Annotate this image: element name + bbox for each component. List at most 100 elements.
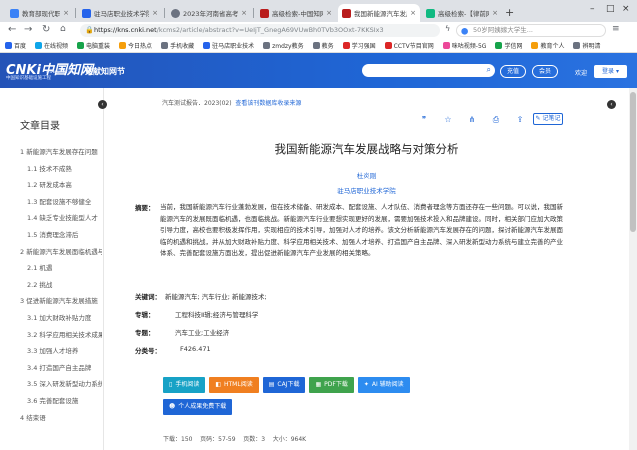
search-icon[interactable]: ⌕: [487, 65, 491, 75]
home-icon[interactable]: ⌂: [60, 24, 66, 34]
toc-item[interactable]: 2.2 挑战: [20, 279, 102, 296]
browser-tab[interactable]: 驻马店职业技术学院 ×: [78, 4, 162, 22]
bookmark-favicon-icon: [342, 42, 350, 49]
class-label: 分类号：: [135, 347, 161, 355]
header-search-input[interactable]: ⌕: [362, 64, 495, 77]
maximize-icon[interactable]: □: [606, 4, 615, 14]
toc-item[interactable]: 2 新能源汽车发展面临机遇与挑战: [20, 246, 102, 263]
topic-label: 专辑：: [135, 311, 155, 319]
toc-item[interactable]: 1.5 消费理念滞后: [20, 229, 102, 246]
bookmark-item[interactable]: 今日热点: [119, 41, 152, 50]
toc-item[interactable]: 3.4 打造国产自主品牌: [20, 362, 102, 379]
browser-tab-active[interactable]: 我国新能源汽车发展 ×: [338, 4, 420, 22]
toc-item[interactable]: 4 结束语: [20, 412, 102, 429]
bookmark-item[interactable]: 电脑重装: [77, 41, 110, 50]
article-stats: 下载：150 页码：57-59 页数：3 大小：964K: [163, 436, 307, 443]
cnki-header: CNKi中国知网 www.cnki.net 中国知识基础设施工程 文献知网节 ⌕…: [0, 53, 637, 88]
author-link[interactable]: 杜炎刚: [104, 170, 629, 180]
close-icon[interactable]: ×: [492, 9, 498, 17]
bookmark-favicon-icon: [573, 42, 581, 49]
bookmark-favicon-icon: [119, 42, 127, 49]
search-engine-input[interactable]: ⬤ 50岁阿姨嫁大学生...: [456, 24, 606, 37]
personal-download-button[interactable]: ☻ 个人成果免费下载: [163, 399, 233, 415]
back-icon[interactable]: ←: [8, 24, 16, 35]
toc-item[interactable]: 3.2 科学应用相关技术成果: [20, 329, 102, 346]
bolt-icon[interactable]: ϟ: [445, 24, 450, 33]
toc-item[interactable]: 1.2 研发成本高: [20, 179, 102, 196]
bookmark-item[interactable]: 教务: [312, 41, 334, 50]
bookmark-item[interactable]: zmdzy教务: [263, 41, 304, 50]
url-input[interactable]: 🔒 https://kns.cnki.net/kcms2/article/abs…: [80, 24, 440, 37]
ai-read-button[interactable]: ✦ AI 辅助阅读: [357, 377, 410, 393]
reload-icon[interactable]: ↻: [42, 24, 50, 35]
keywords-value[interactable]: 新能源汽车; 汽车行业; 新能源技术;: [165, 291, 267, 301]
close-icon[interactable]: ×: [326, 9, 332, 17]
quote-icon[interactable]: ❞: [417, 113, 431, 127]
menu-icon[interactable]: ≡: [612, 24, 620, 34]
caj-download-button[interactable]: ▤ CAJ下载: [262, 377, 306, 393]
new-tab-icon[interactable]: +: [505, 6, 514, 19]
close-icon[interactable]: ×: [241, 9, 247, 17]
bookmark-item[interactable]: 百度: [5, 41, 26, 50]
close-icon[interactable]: ×: [63, 9, 69, 17]
tab-favicon-icon: [82, 8, 91, 18]
export-icon[interactable]: ⇪: [513, 113, 527, 127]
share-icon[interactable]: ⋔: [465, 113, 479, 127]
search-engine-icon: ⬤: [461, 27, 469, 35]
organization-link[interactable]: 驻马店职业技术学院: [104, 185, 629, 195]
bookmark-favicon-icon: [161, 42, 169, 49]
bookmark-item[interactable]: 驻马店职业技术: [203, 41, 254, 50]
bookmark-item[interactable]: 学习强国: [342, 41, 376, 50]
bookmark-item[interactable]: 辨明清: [573, 41, 600, 50]
forward-icon[interactable]: →: [24, 24, 32, 35]
bookmark-item[interactable]: 在线视频: [35, 41, 68, 50]
database-source-link[interactable]: 查看该刊数据库收录来源: [235, 100, 301, 107]
toc-item[interactable]: 3.1 加大财政补贴力度: [20, 312, 102, 329]
toc-item[interactable]: 3.3 加强人才培养: [20, 345, 102, 362]
close-window-icon[interactable]: ×: [622, 4, 630, 14]
bookmark-item[interactable]: 学信网: [495, 41, 522, 50]
html-read-button[interactable]: ◧ HTML阅读: [209, 377, 259, 393]
caj-icon: ▤: [268, 381, 275, 388]
bookmark-favicon-icon: [495, 42, 503, 49]
browser-tab[interactable]: 2023年河南省高考 ×: [167, 4, 251, 22]
toc-item[interactable]: 2.1 机遇: [20, 262, 102, 279]
print-icon[interactable]: ⎙: [489, 113, 503, 127]
topic-value: 工程科技Ⅱ辑;经济与管理科学: [175, 311, 259, 319]
toc-item[interactable]: 1.4 缺乏专业技能型人才: [20, 212, 102, 229]
note-button[interactable]: ✎ 记笔记: [533, 113, 563, 125]
toc-item[interactable]: 1.3 配套设施不够健全: [20, 196, 102, 213]
close-icon[interactable]: ×: [152, 9, 158, 17]
member-button[interactable]: 会员: [532, 65, 558, 78]
toc-item[interactable]: 1.1 技术不成熟: [20, 163, 102, 180]
mobile-read-button[interactable]: ▯ 手机阅读: [163, 377, 206, 393]
browser-tab[interactable]: 高级检索-【律前网】 ×: [422, 4, 502, 22]
browser-tab[interactable]: 教育部现代职业教育 ×: [6, 4, 73, 22]
star-icon[interactable]: ☆: [441, 113, 455, 127]
browser-tab[interactable]: 高级检索-中国知网 ×: [256, 4, 336, 22]
keywords-label: 关键词：: [135, 293, 161, 301]
toc-item[interactable]: 3 促进新能源汽车发展措施: [20, 295, 102, 312]
charge-button[interactable]: 充值: [500, 65, 526, 78]
lock-icon: 🔒: [85, 26, 94, 34]
page-scrollbar[interactable]: [629, 88, 637, 450]
bookmark-item[interactable]: CCTV节目官网: [384, 41, 434, 50]
minimize-icon[interactable]: –: [590, 4, 595, 14]
bookmark-item[interactable]: 手机收藏: [161, 41, 194, 50]
tab-title: 教育部现代职业教育: [22, 10, 61, 18]
bookmark-item[interactable]: 咪咕视频-5G: [442, 41, 486, 50]
scrollbar-thumb[interactable]: [630, 92, 636, 232]
toc-item[interactable]: 3.6 完善配套设施: [20, 395, 102, 412]
close-icon[interactable]: ×: [410, 9, 416, 17]
toc-item[interactable]: 3.5 深入研发新型动力系统: [20, 378, 102, 395]
collapse-right-icon[interactable]: ‹: [607, 100, 616, 109]
bookmark-favicon-icon: [263, 42, 271, 49]
toc-item[interactable]: 1 新能源汽车发展存在问题: [20, 146, 102, 163]
pdf-download-button[interactable]: ▦ PDF下载: [309, 377, 354, 393]
login-button[interactable]: 登录 ▾: [594, 65, 627, 78]
journal-source[interactable]: 汽车测试报告．2023(02): [162, 100, 232, 107]
bookmark-favicon-icon: [77, 42, 85, 49]
tab-title: 2023年河南省高考: [183, 10, 239, 18]
collapse-left-icon[interactable]: ‹: [98, 100, 107, 109]
bookmark-item[interactable]: 教育个人: [531, 41, 564, 50]
